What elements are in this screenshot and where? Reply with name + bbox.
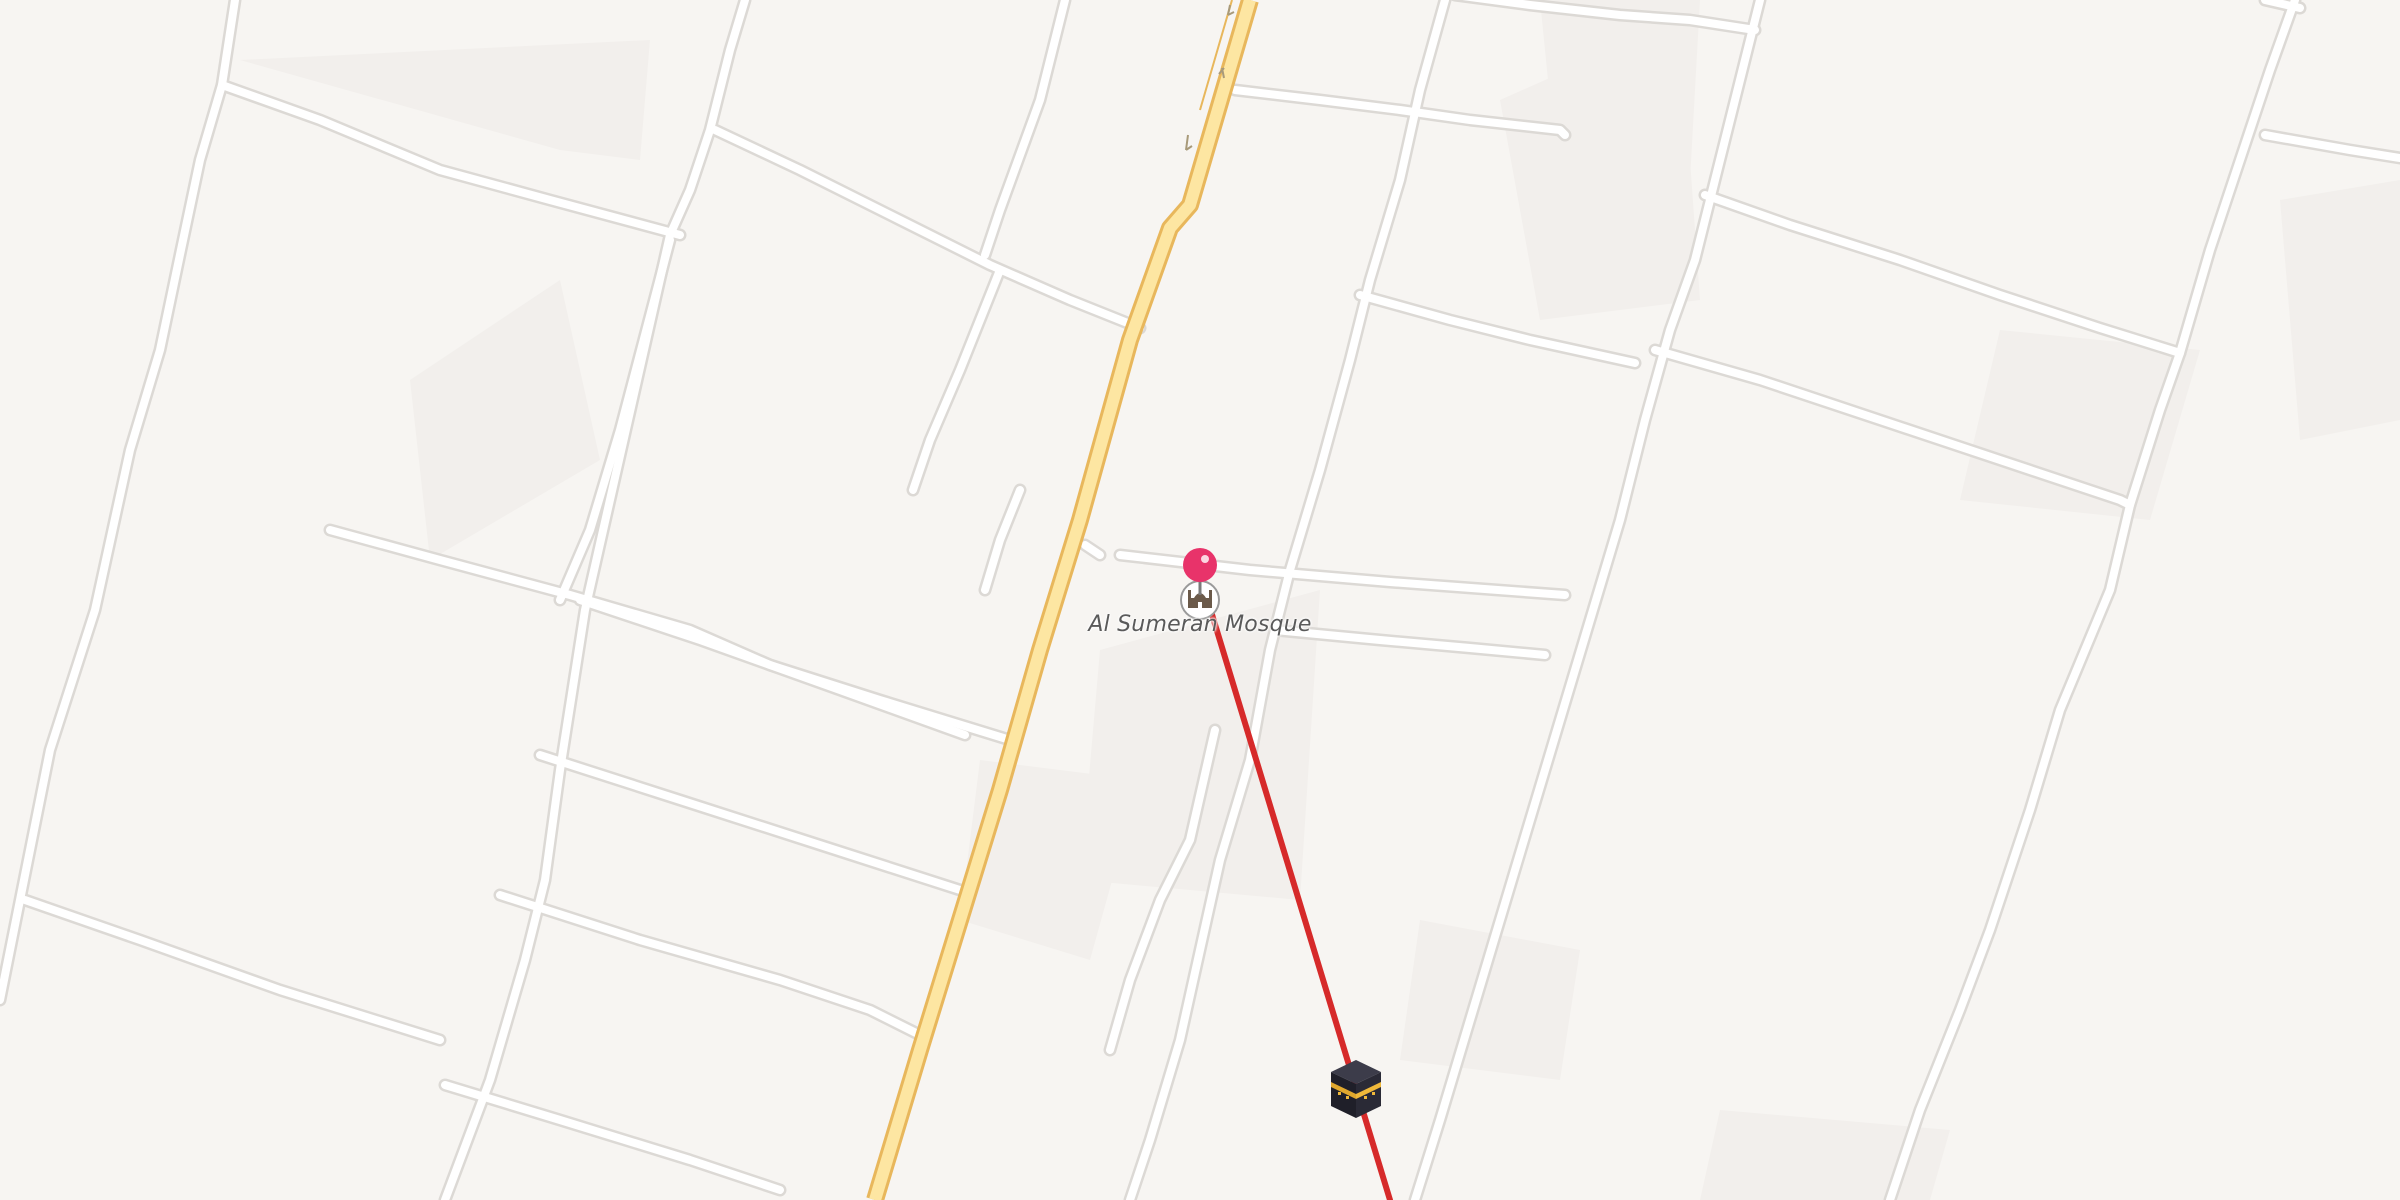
- kaaba-icon[interactable]: [1331, 1060, 1381, 1118]
- map-canvas[interactable]: [0, 0, 2400, 1200]
- poi-label[interactable]: Al Sumeran Mosque: [1000, 612, 1400, 637]
